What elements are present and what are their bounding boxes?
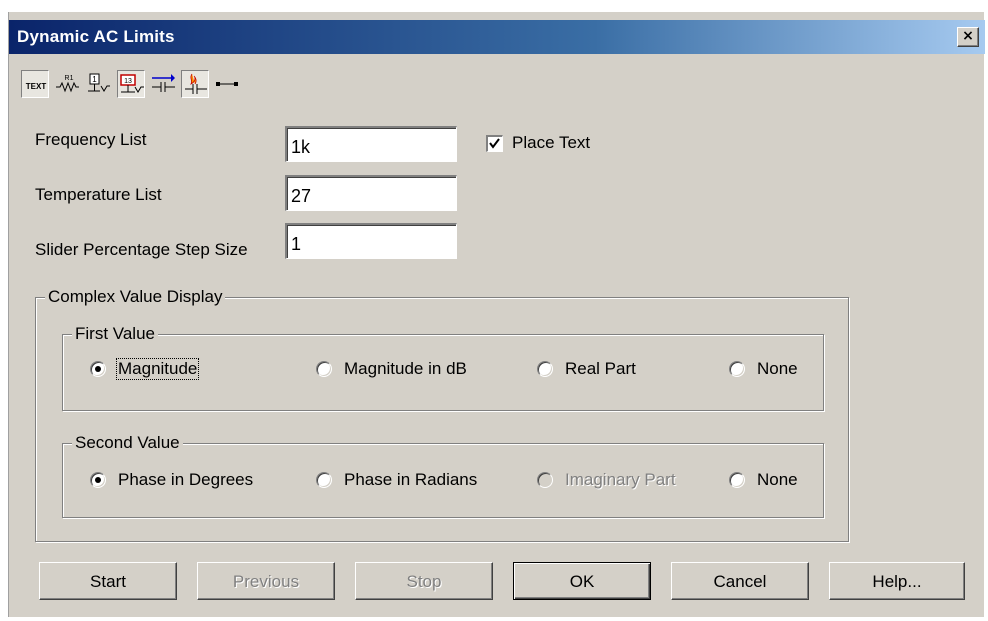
second-none-label: None <box>757 470 798 489</box>
pin-connection-toggle-button[interactable] <box>213 70 241 98</box>
text-icon: TEXT <box>26 82 47 91</box>
first-value-legend: First Value <box>72 324 158 344</box>
resistor-label-icon: R1 <box>56 75 79 93</box>
first-magnitude-radio[interactable] <box>90 361 106 377</box>
temperature-list-input[interactable] <box>285 175 457 211</box>
second-value-group: Second Value Phase in Degrees Phase in R… <box>62 433 824 518</box>
previous-button: Previous <box>197 562 335 600</box>
dialog-window: Dynamic AC Limits × TEXT R1 1 13 Frequen… <box>8 12 985 617</box>
frequency-list-label: Frequency List <box>35 130 147 149</box>
ok-button[interactable]: OK <box>513 562 651 600</box>
second-value-legend: Second Value <box>72 433 183 453</box>
complex-value-display-group: Complex Value Display First Value Magnit… <box>35 287 849 542</box>
first-real-part-label: Real Part <box>565 359 636 378</box>
svg-text:1: 1 <box>92 75 97 84</box>
current-flow-toggle-button[interactable] <box>149 70 177 98</box>
power-dissipation-toggle-button[interactable] <box>181 70 209 98</box>
first-real-part-radio[interactable] <box>537 361 553 377</box>
second-imaginary-part-label: Imaginary Part <box>565 470 676 489</box>
place-text-checkbox[interactable] <box>486 135 503 152</box>
first-none-label: None <box>757 359 798 378</box>
cancel-button[interactable]: Cancel <box>671 562 809 600</box>
checkmark-icon <box>489 138 500 149</box>
numbered-icon-label: 13 <box>124 78 132 85</box>
start-button[interactable]: Start <box>39 562 177 600</box>
place-text-label: Place Text <box>512 133 591 152</box>
slider-step-label: Slider Percentage Step Size <box>35 240 248 259</box>
window-title: Dynamic AC Limits <box>17 27 175 46</box>
second-phase-radians-radio[interactable] <box>316 472 332 488</box>
second-phase-radians-label: Phase in Radians <box>344 470 478 489</box>
text-toggle-button[interactable]: TEXT <box>21 70 49 98</box>
second-imaginary-part-radio <box>537 472 553 488</box>
node-number-toggle-button[interactable]: 1 <box>85 70 113 98</box>
second-none-radio[interactable] <box>729 472 745 488</box>
help-button[interactable]: Help... <box>829 562 965 600</box>
node-voltage-icon: 13 <box>120 74 144 93</box>
first-magnitude-db-label: Magnitude in dB <box>344 359 467 378</box>
second-phase-degrees-label: Phase in Degrees <box>118 470 254 489</box>
first-value-group: First Value Magnitude Magnitude in dB Re… <box>62 324 824 411</box>
resistor-icon-label: R1 <box>65 75 74 82</box>
close-button[interactable]: × <box>957 27 979 47</box>
complex-value-display-legend: Complex Value Display <box>45 287 226 307</box>
node-voltage-toggle-button[interactable]: 13 <box>117 70 145 98</box>
frequency-list-input[interactable] <box>285 126 457 162</box>
title-bar[interactable]: Dynamic AC Limits × <box>9 20 985 54</box>
temperature-list-label: Temperature List <box>35 185 162 204</box>
resistor-label-toggle-button[interactable]: R1 <box>53 70 81 98</box>
stop-button: Stop <box>355 562 493 600</box>
slider-step-input[interactable] <box>285 223 457 259</box>
first-none-radio[interactable] <box>729 361 745 377</box>
current-flow-icon <box>152 74 175 92</box>
node-number-icon: 1 <box>88 73 110 92</box>
second-phase-degrees-radio[interactable] <box>90 472 106 488</box>
first-magnitude-db-radio[interactable] <box>316 361 332 377</box>
power-dissipation-icon <box>185 73 207 94</box>
first-magnitude-label: Magnitude <box>115 358 200 380</box>
pin-connection-icon <box>216 82 238 86</box>
text-icon-label: TEXT <box>26 82 47 91</box>
